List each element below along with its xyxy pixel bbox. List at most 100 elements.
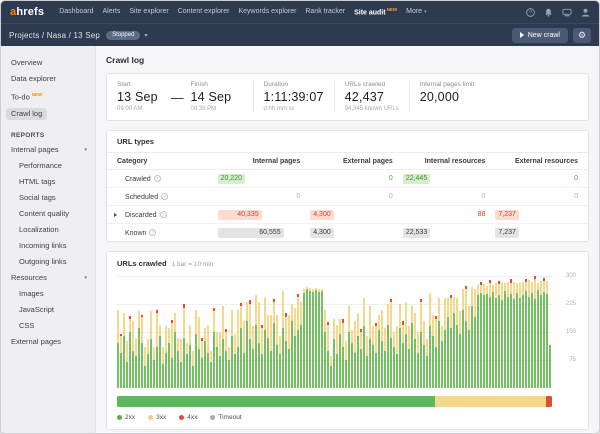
sidebar-item-html-tags[interactable]: HTML tags <box>1 174 95 190</box>
chart-bar[interactable] <box>453 297 455 388</box>
chart-bar[interactable] <box>375 323 377 388</box>
chart-bar[interactable] <box>306 287 308 388</box>
chart-bar[interactable] <box>177 338 179 388</box>
chart-bar[interactable] <box>276 315 278 388</box>
sidebar-item-localization[interactable]: Localization <box>1 222 95 238</box>
chart-bar[interactable] <box>129 316 131 388</box>
chart-bar[interactable] <box>195 310 197 388</box>
legend-item-4xx[interactable]: 4xx <box>179 414 197 421</box>
sidebar-item-outgoing-links[interactable]: Outgoing links <box>1 254 95 270</box>
breadcrumb[interactable]: Projects / Nasa / 13 Sep <box>9 31 100 40</box>
chart-bar[interactable] <box>132 321 134 388</box>
chart-bar[interactable] <box>435 316 437 388</box>
chart-bar[interactable] <box>396 326 398 388</box>
chart-bar[interactable] <box>426 339 428 388</box>
nav-item-dashboard[interactable]: Dashboard <box>59 8 93 15</box>
nav-item-content-explorer[interactable]: Content explorer <box>178 8 230 15</box>
chart-bar[interactable] <box>414 313 416 388</box>
chart-bar[interactable] <box>240 303 242 388</box>
chart-bar[interactable] <box>474 289 476 388</box>
chart-bar[interactable] <box>150 311 152 388</box>
sidebar-item-social-tags[interactable]: Social tags <box>1 190 95 206</box>
chart-bar[interactable] <box>261 325 263 388</box>
chart-bar[interactable] <box>513 282 515 388</box>
chart-bar[interactable] <box>516 283 518 388</box>
chart-bar[interactable] <box>381 310 383 388</box>
chart-bar[interactable] <box>186 343 188 388</box>
chart-bar[interactable] <box>540 281 542 389</box>
chart-bar[interactable] <box>345 341 347 388</box>
ahrefs-logo[interactable]: ahrefs <box>10 6 44 18</box>
chart-bar[interactable] <box>156 310 158 388</box>
chart-bar[interactable] <box>531 282 533 388</box>
chart-bar[interactable] <box>357 313 359 388</box>
chart-bar[interactable] <box>315 288 317 388</box>
chart-bar[interactable] <box>408 326 410 388</box>
chart-bar[interactable] <box>300 302 302 388</box>
chart-bar[interactable] <box>393 332 395 388</box>
chart-bar[interactable] <box>528 280 530 388</box>
crawl-selector-caret-icon[interactable]: ▾ <box>144 32 147 39</box>
chart-bar[interactable] <box>378 315 380 388</box>
chart-bar[interactable] <box>492 285 494 388</box>
legend-item-3xx[interactable]: 3xx <box>148 414 166 421</box>
chart-bar[interactable] <box>207 325 209 388</box>
sidebar-item-crawl-log[interactable]: Crawl log <box>1 106 95 123</box>
chart-bar[interactable] <box>480 282 482 388</box>
sidebar-item-images[interactable]: Images <box>1 286 95 302</box>
chart-bar[interactable] <box>354 321 356 388</box>
chart-bar[interactable] <box>213 308 215 388</box>
chart-bar[interactable] <box>201 338 203 388</box>
chart-bar[interactable] <box>312 289 314 388</box>
chart-bar[interactable] <box>168 328 170 388</box>
chart-bar[interactable] <box>204 328 206 388</box>
chart-bar[interactable] <box>438 298 440 388</box>
chart-bar[interactable] <box>327 322 329 388</box>
info-icon[interactable]: ? <box>154 175 161 182</box>
sidebar-item-overview[interactable]: Overview <box>1 55 95 71</box>
info-icon[interactable]: ? <box>160 211 167 218</box>
chart-bar[interactable] <box>483 284 485 388</box>
chart-bar[interactable] <box>147 339 149 388</box>
chart-bar[interactable] <box>501 282 503 388</box>
chart-bar[interactable] <box>174 313 176 388</box>
settings-gear-button[interactable]: ⚙ <box>573 28 591 43</box>
chart-bar[interactable] <box>498 281 500 388</box>
nav-item-alerts[interactable]: Alerts <box>102 8 120 15</box>
chart-bar[interactable] <box>351 330 353 388</box>
sidebar-item-css[interactable]: CSS <box>1 318 95 334</box>
chart-bar[interactable] <box>255 295 257 388</box>
chart-bar[interactable] <box>384 328 386 388</box>
nav-item-keywords-explorer[interactable]: Keywords explorer <box>238 8 296 15</box>
sidebar-item-resources[interactable]: Resources▾ <box>1 270 95 286</box>
chart-bar[interactable] <box>279 336 281 388</box>
chart-bar[interactable] <box>366 336 368 388</box>
chart-bar[interactable] <box>189 325 191 388</box>
sidebar-item-external-pages[interactable]: External pages <box>1 334 95 350</box>
legend-item-2xx[interactable]: 2xx <box>117 414 135 421</box>
chart-bar[interactable] <box>411 306 413 388</box>
sidebar-item-to-do[interactable]: To-doNEW <box>1 87 95 106</box>
sidebar-item-data-explorer[interactable]: Data explorer <box>1 71 95 87</box>
chart-bar[interactable] <box>471 287 473 388</box>
chart-bar[interactable] <box>390 299 392 388</box>
chart-bar[interactable] <box>333 319 335 388</box>
chart-bar[interactable] <box>219 332 221 388</box>
chart-bar[interactable] <box>342 319 344 388</box>
chart-bar[interactable] <box>318 289 320 388</box>
chart-bar[interactable] <box>135 338 137 388</box>
info-icon[interactable]: ? <box>161 193 168 200</box>
chart-bar[interactable] <box>297 294 299 388</box>
chart-bar[interactable] <box>543 278 545 388</box>
chart-bar[interactable] <box>519 283 521 388</box>
chart-bar[interactable] <box>450 295 452 388</box>
chart-bar[interactable] <box>495 283 497 388</box>
chart-bar[interactable] <box>285 313 287 388</box>
chart-bar[interactable] <box>372 326 374 388</box>
sidebar-item-javascript[interactable]: JavaScript <box>1 302 95 318</box>
chart-bar[interactable] <box>348 306 350 388</box>
info-icon[interactable]: ? <box>149 229 156 236</box>
chart-bar[interactable] <box>234 334 236 388</box>
chart-bar[interactable] <box>339 319 341 388</box>
chart-bar[interactable] <box>291 304 293 388</box>
